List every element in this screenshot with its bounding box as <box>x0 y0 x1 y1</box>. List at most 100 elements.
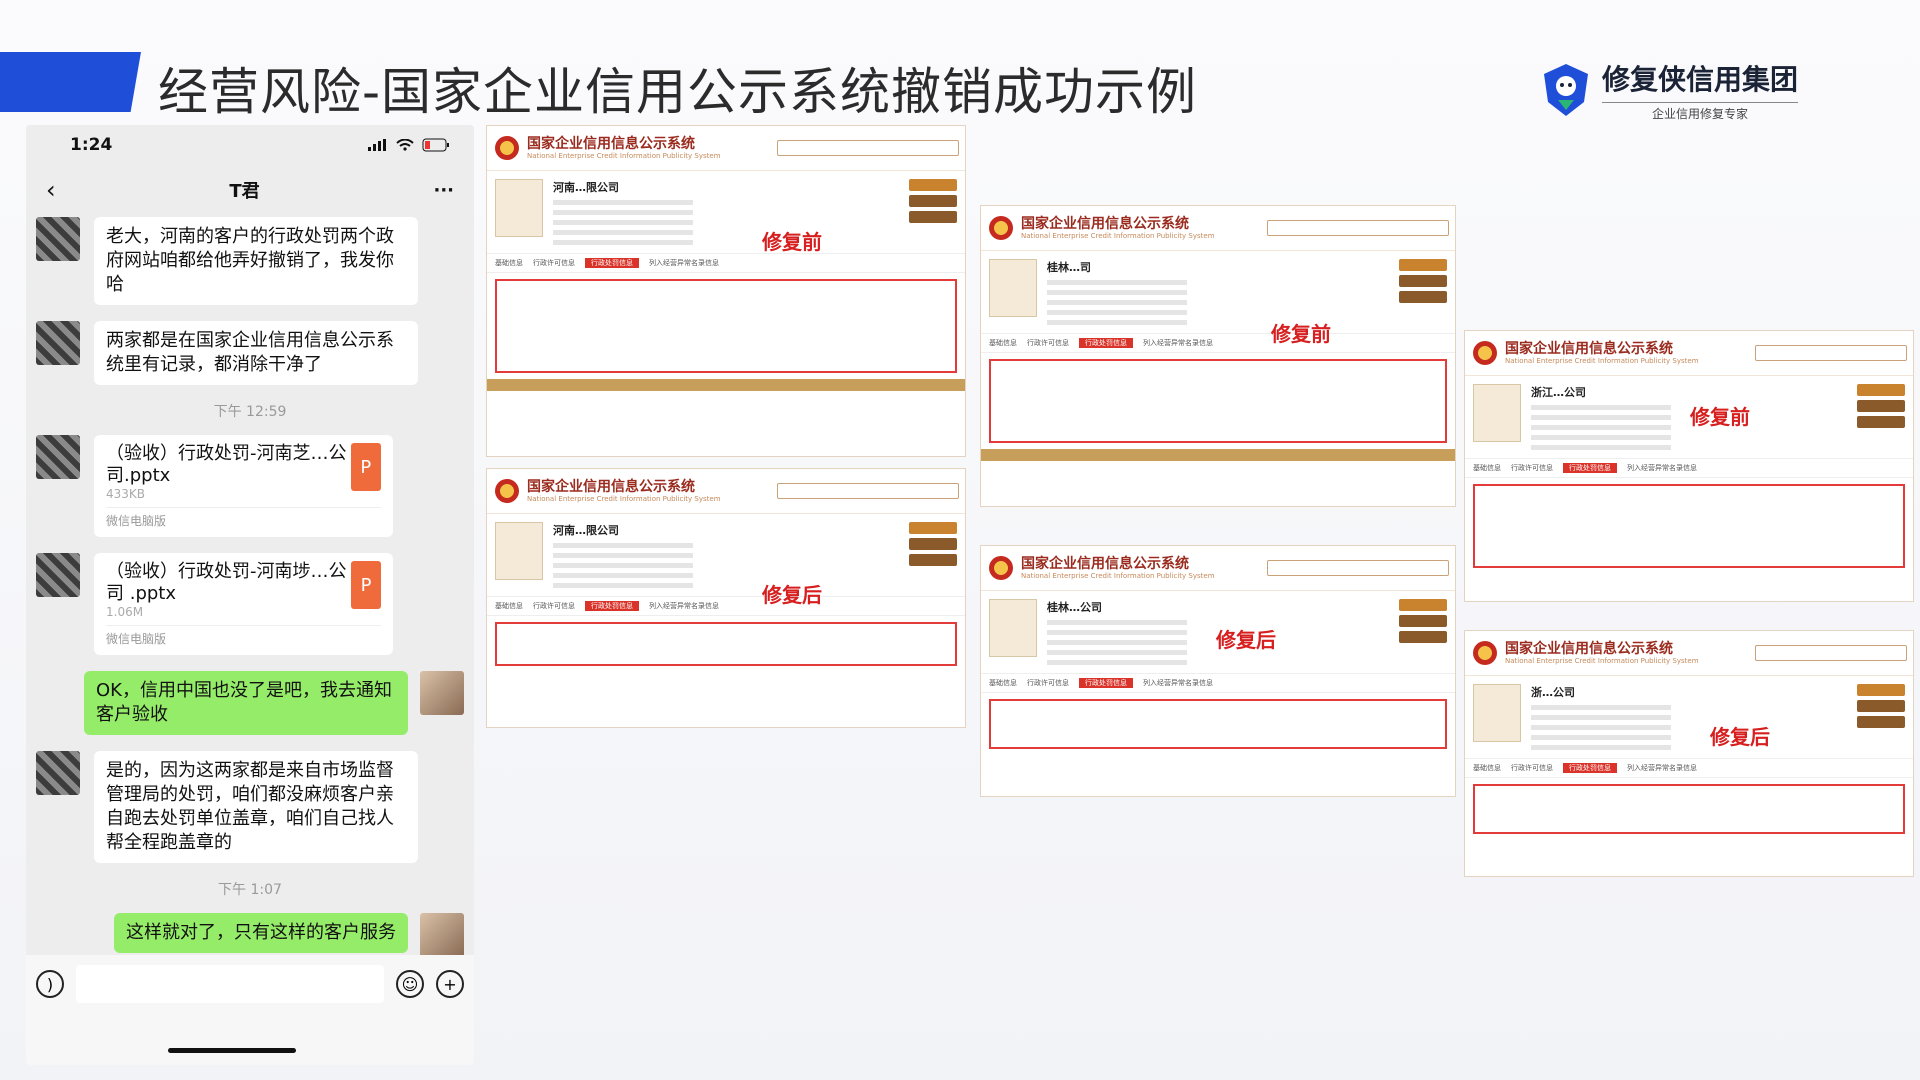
wechat-phone-screenshot: 1:24 ‹ T君 ··· 老大，河南的客户的行政处罚两个政府网站咱都给他弄好撤… <box>26 125 474 1065</box>
voice-icon[interactable]: ) <box>36 970 64 998</box>
action-buttons[interactable] <box>1857 684 1905 750</box>
gsxt-tabs[interactable]: 基础信息 行政许可信息 行政处罚信息 列入经营异常名录信息 <box>981 673 1455 693</box>
tab-basic[interactable]: 基础信息 <box>1473 763 1501 773</box>
action-buttons[interactable] <box>1399 599 1447 665</box>
avatar-self[interactable] <box>420 671 464 715</box>
tab-abnormal[interactable]: 列入经营异常名录信息 <box>649 601 719 611</box>
message-bubble[interactable]: OK，信用中国也没了是吧，我去通知客户验收 <box>84 671 408 735</box>
penalty-record-highlight <box>1473 484 1905 568</box>
business-license-image <box>495 522 543 580</box>
tab-permit[interactable]: 行政许可信息 <box>533 601 575 611</box>
file-source: 微信电脑版 <box>106 507 381 529</box>
message-row: 是的，因为这两家都是来自市场监督管理局的处罚，咱们都没麻烦客户亲自跑去处罚单位盖… <box>26 751 474 863</box>
gsxt-tabs[interactable]: 基础信息 行政许可信息 行政处罚信息 列入经营异常名录信息 <box>1465 458 1913 478</box>
tab-abnormal[interactable]: 列入经营异常名录信息 <box>1627 463 1697 473</box>
action-buttons[interactable] <box>1857 384 1905 450</box>
tab-penalty[interactable]: 行政处罚信息 <box>585 258 639 268</box>
tab-basic[interactable]: 基础信息 <box>989 338 1017 348</box>
tab-abnormal[interactable]: 列入经营异常名录信息 <box>649 258 719 268</box>
gsxt-tabs[interactable]: 基础信息 行政许可信息 行政处罚信息 列入经营异常名录信息 <box>981 333 1455 353</box>
search-input[interactable] <box>1267 220 1449 236</box>
search-input[interactable] <box>777 483 959 499</box>
search-input[interactable] <box>1755 345 1907 361</box>
company-name: 桂林…司 <box>1047 261 1091 274</box>
plus-icon[interactable]: + <box>436 970 464 998</box>
chat-navbar: ‹ T君 ··· <box>26 165 474 215</box>
tab-basic[interactable]: 基础信息 <box>1473 463 1501 473</box>
company-name: 浙…公司 <box>1531 686 1575 699</box>
action-buttons[interactable] <box>909 522 957 588</box>
search-input[interactable] <box>777 140 959 156</box>
message-bubble[interactable]: 老大，河南的客户的行政处罚两个政府网站咱都给他弄好撤销了，我发你哈 <box>94 217 418 305</box>
penalty-empty-highlight <box>989 699 1447 749</box>
gsxt-tabs[interactable]: 基础信息 行政许可信息 行政处罚信息 列入经营异常名录信息 <box>487 596 965 616</box>
avatar[interactable] <box>36 435 80 479</box>
file-message[interactable]: （验收）行政处罚-河南芝…公司.pptx 433KB P 微信电脑版 <box>94 435 393 537</box>
pptx-file-icon: P <box>350 443 381 491</box>
tab-basic[interactable]: 基础信息 <box>495 258 523 268</box>
message-bubble[interactable]: 两家都是在国家企业信用信息公示系统里有记录，都消除干净了 <box>94 321 418 385</box>
avatar[interactable] <box>36 751 80 795</box>
brand-name: 修复侠信用集团 <box>1602 63 1799 96</box>
message-input[interactable] <box>76 965 384 1003</box>
company-name: 河南…限公司 <box>553 524 619 537</box>
gsxt-tabs[interactable]: 基础信息 行政许可信息 行政处罚信息 列入经营异常名录信息 <box>487 253 965 273</box>
action-buttons[interactable] <box>1399 259 1447 325</box>
gsxt-screenshot-after-1: 国家企业信用信息公示系统 National Enterprise Credit I… <box>486 468 966 728</box>
tab-permit[interactable]: 行政许可信息 <box>1027 678 1069 688</box>
tab-abnormal[interactable]: 列入经营异常名录信息 <box>1143 678 1213 688</box>
penalty-empty-highlight <box>495 622 957 666</box>
company-name: 浙江…公司 <box>1531 386 1586 399</box>
after-label: 修复后 <box>1710 725 1770 749</box>
national-emblem-icon <box>989 556 1013 580</box>
national-emblem-icon <box>1473 341 1497 365</box>
system-subtitle: National Enterprise Credit Information P… <box>1021 572 1215 580</box>
footer-bar <box>981 449 1455 461</box>
wifi-icon <box>396 139 414 151</box>
file-message[interactable]: （验收）行政处罚-河南埗…公司 .pptx 1.06M P 微信电脑版 <box>94 553 393 655</box>
more-icon[interactable]: ··· <box>433 180 454 201</box>
tab-permit[interactable]: 行政许可信息 <box>1511 463 1553 473</box>
tab-basic[interactable]: 基础信息 <box>495 601 523 611</box>
tab-permit[interactable]: 行政许可信息 <box>1027 338 1069 348</box>
tab-penalty[interactable]: 行政处罚信息 <box>1563 463 1617 473</box>
emoji-icon[interactable]: ☺ <box>396 970 424 998</box>
system-subtitle: National Enterprise Credit Information P… <box>1021 232 1215 240</box>
message-row-self: 这样就对了，只有这样的客户服务 <box>26 913 474 955</box>
search-input[interactable] <box>1755 645 1907 661</box>
tab-penalty[interactable]: 行政处罚信息 <box>1563 763 1617 773</box>
avatar[interactable] <box>36 217 80 261</box>
system-subtitle: National Enterprise Credit Information P… <box>1505 657 1699 665</box>
avatar-self[interactable] <box>420 913 464 955</box>
message-bubble[interactable]: 是的，因为这两家都是来自市场监督管理局的处罚，咱们都没麻烦客户亲自跑去处罚单位盖… <box>94 751 418 863</box>
action-buttons[interactable] <box>909 179 957 245</box>
message-row: 两家都是在国家企业信用信息公示系统里有记录，都消除干净了 <box>26 321 474 385</box>
tab-penalty[interactable]: 行政处罚信息 <box>585 601 639 611</box>
system-subtitle: National Enterprise Credit Information P… <box>527 495 721 503</box>
tab-penalty[interactable]: 行政处罚信息 <box>1079 678 1133 688</box>
avatar[interactable] <box>36 321 80 365</box>
file-name: （验收）行政处罚-河南芝…公司.pptx <box>106 443 347 486</box>
gsxt-tabs[interactable]: 基础信息 行政许可信息 行政处罚信息 列入经营异常名录信息 <box>1465 758 1913 778</box>
system-title: 国家企业信用信息公示系统 <box>527 136 695 152</box>
business-license-image <box>495 179 543 237</box>
chat-timestamp: 下午 12:59 <box>213 404 287 420</box>
system-title: 国家企业信用信息公示系统 <box>1021 556 1189 572</box>
tab-permit[interactable]: 行政许可信息 <box>533 258 575 268</box>
before-label: 修复前 <box>1271 322 1331 346</box>
pptx-file-icon: P <box>351 561 381 609</box>
search-input[interactable] <box>1267 560 1449 576</box>
tab-abnormal[interactable]: 列入经营异常名录信息 <box>1143 338 1213 348</box>
system-subtitle: National Enterprise Credit Information P… <box>527 152 721 160</box>
message-bubble[interactable]: 这样就对了，只有这样的客户服务 <box>114 913 408 953</box>
file-name: （验收）行政处罚-河南埗…公司 .pptx <box>106 561 347 604</box>
back-icon[interactable]: ‹ <box>46 176 56 204</box>
after-label: 修复后 <box>762 583 822 607</box>
message-row: （验收）行政处罚-河南埗…公司 .pptx 1.06M P 微信电脑版 <box>26 553 474 655</box>
tab-basic[interactable]: 基础信息 <box>989 678 1017 688</box>
avatar[interactable] <box>36 553 80 597</box>
chat-name: T君 <box>229 181 260 202</box>
tab-permit[interactable]: 行政许可信息 <box>1511 763 1553 773</box>
tab-penalty[interactable]: 行政处罚信息 <box>1079 338 1133 348</box>
tab-abnormal[interactable]: 列入经营异常名录信息 <box>1627 763 1697 773</box>
